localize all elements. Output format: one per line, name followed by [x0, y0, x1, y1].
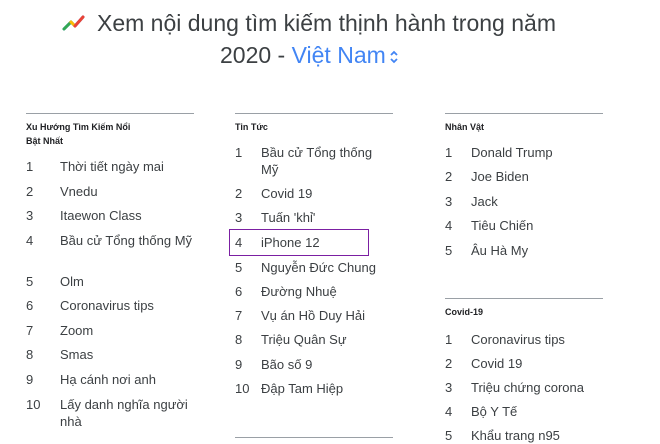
item-label: Bầu cử Tổng thống Mỹ — [261, 145, 373, 177]
item-label: Triệu chứng corona — [471, 380, 585, 395]
column-title-people: Nhân Vật — [445, 122, 485, 132]
rank-number: 4 — [26, 233, 34, 248]
rank-number: 7 — [235, 308, 243, 323]
item-label: Tiêu Chiến — [471, 218, 534, 233]
column-title-covid: Covid-19 — [445, 307, 484, 317]
rank-number: 8 — [26, 347, 34, 362]
item-label: Lấy danh nghĩa người nhà — [60, 397, 188, 429]
item-label: Vnedu — [60, 184, 98, 199]
item-label: Coronavirus tips — [60, 298, 154, 313]
rank-number: 5 — [235, 260, 243, 275]
region-selector[interactable]: Việt Nam — [292, 42, 399, 68]
column-title-top-searches: Xu Hướng Tìm Kiếm Nổi Bật Nhất — [26, 122, 131, 146]
item-label: Nguyễn Đức Chung — [261, 260, 376, 275]
rank-number: 6 — [26, 298, 34, 313]
item-label: Thời tiết ngày mai — [60, 159, 164, 174]
rank-number: 3 — [26, 208, 34, 223]
column-divider — [445, 113, 603, 114]
rank-number: 7 — [26, 323, 34, 338]
item-label: Âu Hà My — [471, 243, 529, 258]
page-title-year-line: 2020 - Việt Nam — [220, 38, 399, 72]
item-label: Donald Trump — [471, 145, 553, 160]
rank-number: 3 — [445, 194, 453, 209]
column-divider — [445, 298, 603, 299]
up-down-chevron-icon — [390, 50, 398, 64]
rank-number: 8 — [235, 332, 243, 347]
item-label: Bộ Y Tế — [471, 404, 518, 419]
rank-number: 9 — [26, 372, 34, 387]
item-label: Bầu cử Tổng thống Mỹ — [60, 233, 193, 248]
item-label: Bão số 9 — [261, 357, 313, 372]
column-divider — [235, 437, 393, 438]
item-label: Covid 19 — [261, 186, 313, 201]
rank-number: 1 — [235, 145, 243, 160]
rank-number: 1 — [445, 332, 453, 347]
item-label: Olm — [60, 274, 84, 289]
rank-number: 5 — [445, 243, 453, 258]
rank-number: 5 — [26, 274, 34, 289]
column-divider — [26, 113, 194, 114]
item-label: Triệu Quân Sự — [261, 332, 347, 347]
item-label: Jack — [471, 194, 498, 209]
rank-number: 1 — [26, 159, 34, 174]
rank-number: 1 — [445, 145, 453, 160]
rank-number: 2 — [26, 184, 34, 199]
rank-number: 4 — [445, 404, 453, 419]
rank-number: 5 — [445, 428, 453, 443]
rank-number: 9 — [235, 357, 243, 372]
rank-number: 10 — [26, 397, 41, 412]
year-label: 2020 - — [220, 42, 286, 68]
column-divider — [235, 113, 393, 114]
item-label: Smas — [60, 347, 94, 362]
rank-number: 10 — [235, 381, 250, 396]
rank-number: 3 — [235, 210, 243, 225]
item-label: iPhone 12 — [261, 235, 320, 250]
rank-number: 2 — [235, 186, 243, 201]
item-label: Joe Biden — [471, 169, 529, 184]
item-label: Hạ cánh nơi anh — [60, 372, 156, 387]
item-label: Zoom — [60, 323, 94, 338]
google-trends-icon — [62, 15, 85, 31]
item-label: Coronavirus tips — [471, 332, 565, 347]
item-label: Tuấn 'khỉ' — [261, 210, 316, 225]
rank-number: 3 — [445, 380, 453, 395]
rank-number: 4 — [235, 235, 243, 250]
region-label: Việt Nam — [291, 42, 386, 68]
item-label: Covid 19 — [471, 356, 523, 371]
rank-number: 4 — [445, 218, 453, 233]
item-label: Vụ án Hồ Duy Hải — [261, 308, 366, 323]
item-label: Itaewon Class — [60, 208, 142, 223]
page-header: Xem nội dung tìm kiếm thịnh hành trong n… — [0, 0, 660, 80]
column-title-news: Tin Tức — [235, 122, 268, 132]
rank-number: 2 — [445, 356, 453, 371]
item-label: Đường Nhuệ — [261, 284, 337, 299]
page-title: Xem nội dung tìm kiếm thịnh hành trong n… — [97, 10, 556, 36]
rank-number: 2 — [445, 169, 453, 184]
item-label: Khẩu trang n95 — [471, 428, 560, 443]
item-label: Đập Tam Hiệp — [261, 381, 344, 396]
rank-number: 6 — [235, 284, 243, 299]
